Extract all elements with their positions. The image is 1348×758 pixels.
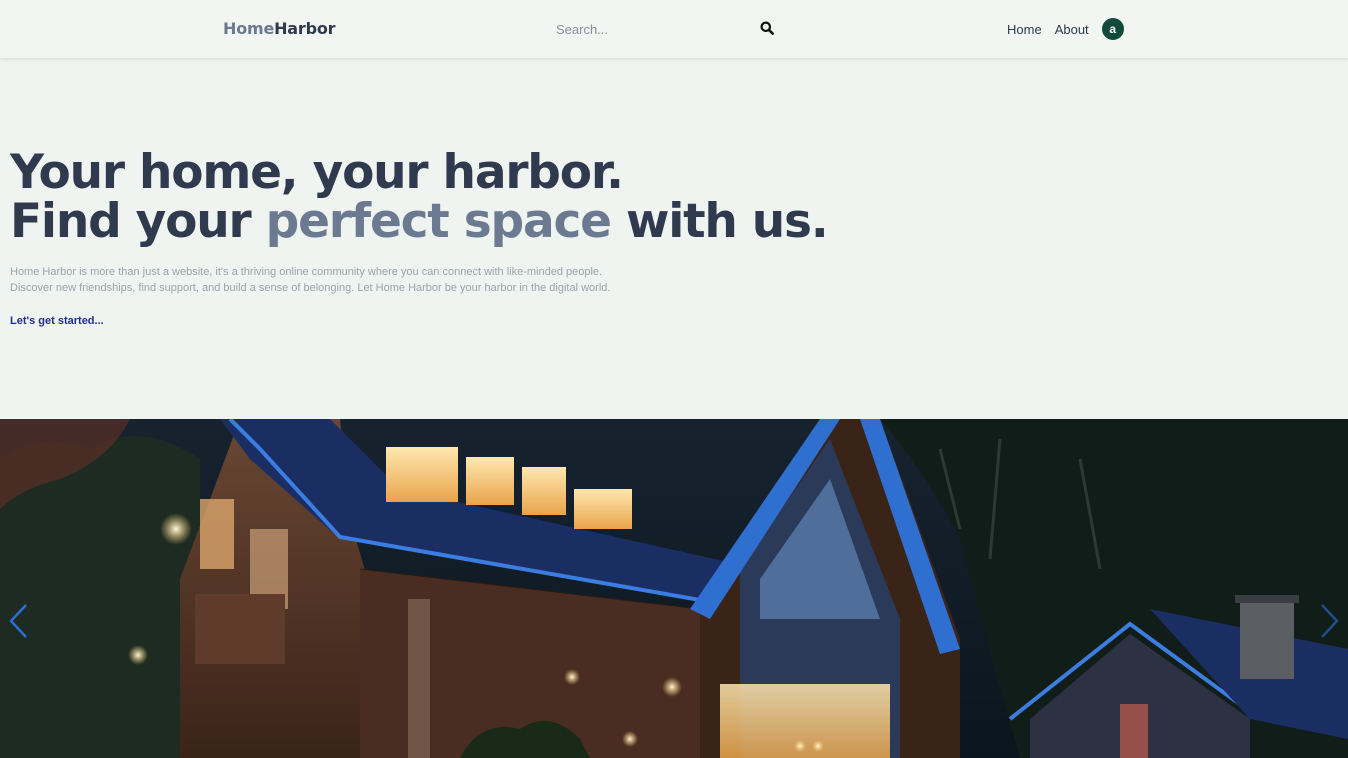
search-button[interactable]: [758, 20, 776, 38]
hero-title-line1: Your home, your harbor.: [10, 145, 624, 200]
hero-description-line2: Discover new friendships, find support, …: [10, 282, 611, 294]
hero-description: Home Harbor is more than just a website,…: [10, 264, 710, 296]
get-started-link[interactable]: Let's get started...: [10, 315, 104, 327]
hero-description-line1: Home Harbor is more than just a website,…: [10, 266, 603, 278]
chevron-right-icon: [1321, 604, 1339, 638]
search-icon: [760, 21, 774, 35]
hero-title-line2-post: with us.: [610, 194, 829, 249]
user-avatar[interactable]: a: [1101, 18, 1124, 40]
carousel-prev-button[interactable]: [6, 601, 30, 641]
hero-title: Your home, your harbor. Find your perfec…: [10, 145, 829, 249]
logo-home-text: Home: [223, 19, 275, 38]
house-at-dusk-photo: [0, 419, 1348, 758]
search-bar: [548, 14, 780, 44]
search-input[interactable]: [548, 14, 748, 44]
hero-title-line2-pre: Find your: [10, 194, 266, 249]
logo[interactable]: HomeHarbor: [223, 19, 336, 38]
image-carousel: [0, 419, 1348, 758]
navbar: HomeHarbor Home About a: [0, 0, 1348, 58]
carousel-next-button[interactable]: [1318, 601, 1342, 641]
nav-link-about[interactable]: About: [1055, 22, 1089, 37]
nav-link-home[interactable]: Home: [1007, 22, 1042, 37]
logo-harbor-text: Harbor: [274, 19, 336, 38]
chevron-left-icon: [9, 604, 27, 638]
main-nav: Home About a: [1007, 17, 1124, 41]
hero-title-accent: perfect space: [265, 194, 612, 249]
